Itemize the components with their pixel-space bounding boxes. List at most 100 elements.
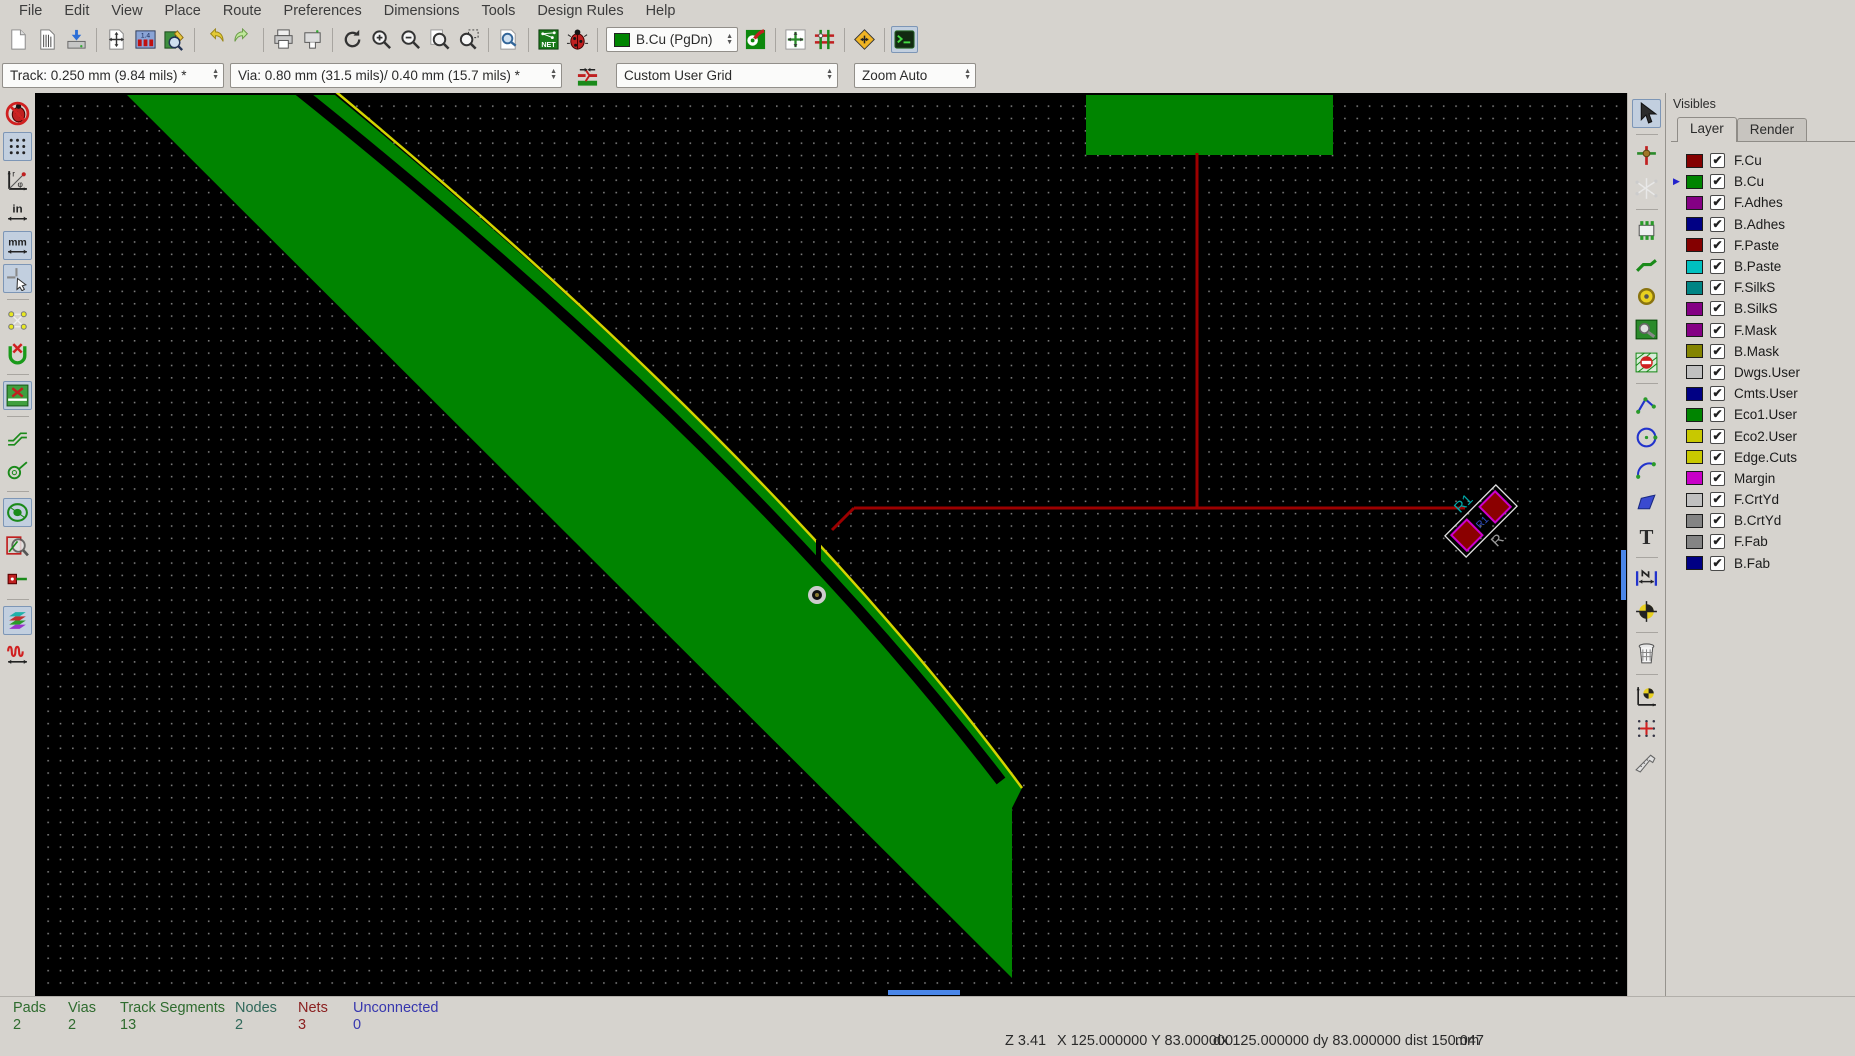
menu-view[interactable]: View: [100, 2, 153, 20]
layer-row-margin[interactable]: ✔Margin: [1673, 468, 1855, 489]
zone-outline-icon[interactable]: [3, 531, 32, 560]
open-board-icon[interactable]: [34, 26, 61, 53]
layer-visibility-checkbox[interactable]: ✔: [1710, 217, 1725, 232]
refresh-icon[interactable]: [339, 26, 366, 53]
menu-place[interactable]: Place: [154, 2, 212, 20]
copper-rect[interactable]: [1086, 95, 1333, 155]
layer-color-swatch[interactable]: [1686, 387, 1703, 401]
add-line-icon[interactable]: [1632, 390, 1661, 419]
save-board-icon[interactable]: [63, 26, 90, 53]
layer-color-swatch[interactable]: [1686, 260, 1703, 274]
menu-route[interactable]: Route: [212, 2, 273, 20]
layer-visibility-checkbox[interactable]: ✔: [1710, 513, 1725, 528]
layer-visibility-checkbox[interactable]: ✔: [1710, 365, 1725, 380]
undo-icon[interactable]: [201, 26, 228, 53]
add-zone-icon[interactable]: [1632, 315, 1661, 344]
layer-visibility-checkbox[interactable]: ✔: [1710, 344, 1725, 359]
layer-visibility-checkbox[interactable]: ✔: [1710, 407, 1725, 422]
layer-visibility-checkbox[interactable]: ✔: [1710, 323, 1725, 338]
zoom-selection-icon[interactable]: [455, 26, 482, 53]
h-scrollbar-thumb[interactable]: [888, 990, 960, 995]
layer-row-eco1-user[interactable]: ✔Eco1.User: [1673, 404, 1855, 425]
scripting-console-icon[interactable]: [891, 26, 918, 53]
menu-help[interactable]: Help: [635, 2, 687, 20]
show-ratsnest-icon[interactable]: [1632, 174, 1661, 203]
units-inch-icon[interactable]: in: [3, 198, 32, 227]
autoroute-icon[interactable]: [851, 26, 878, 53]
layer-visibility-checkbox[interactable]: ✔: [1710, 429, 1725, 444]
layer-color-swatch[interactable]: [1686, 344, 1703, 358]
add-target-icon[interactable]: [1632, 597, 1661, 626]
layer-row-f-silks[interactable]: ✔F.SilkS: [1673, 277, 1855, 298]
layer-row-b-mask[interactable]: ✔B.Mask: [1673, 341, 1855, 362]
layer-row-f-paste[interactable]: ✔F.Paste: [1673, 235, 1855, 256]
layer-visibility-checkbox[interactable]: ✔: [1710, 195, 1725, 210]
layer-color-swatch[interactable]: [1686, 323, 1703, 337]
layer-color-swatch[interactable]: [1686, 535, 1703, 549]
layer-visibility-checkbox[interactable]: ✔: [1710, 174, 1725, 189]
route-track-icon[interactable]: [1632, 249, 1661, 278]
zone-fill-icon[interactable]: [3, 498, 32, 527]
select-tool-icon[interactable]: [1632, 99, 1661, 128]
layer-visibility-checkbox[interactable]: ✔: [1710, 534, 1725, 549]
layer-color-swatch[interactable]: [1686, 175, 1703, 189]
print-icon[interactable]: [270, 26, 297, 53]
layer-visibility-checkbox[interactable]: ✔: [1710, 492, 1725, 507]
interactive-router-icon[interactable]: [811, 26, 838, 53]
layer-visibility-checkbox[interactable]: ✔: [1710, 259, 1725, 274]
layer-row-b-paste[interactable]: ✔B.Paste: [1673, 256, 1855, 277]
plotter-icon[interactable]: [299, 26, 326, 53]
drag-track-icon[interactable]: [782, 26, 809, 53]
auto-track-width-icon[interactable]: [574, 62, 601, 89]
layer-selector[interactable]: B.Cu (PgDn) ▲▼: [606, 27, 738, 52]
layer-color-swatch[interactable]: [1686, 238, 1703, 252]
track-sketch-icon[interactable]: [3, 423, 32, 452]
layer-row-f-mask[interactable]: ✔F.Mask: [1673, 320, 1855, 341]
cursor-shape-icon[interactable]: [3, 264, 32, 293]
layer-visibility-checkbox[interactable]: ✔: [1710, 280, 1725, 295]
menu-tools[interactable]: Tools: [470, 2, 526, 20]
via-track-options-icon[interactable]: [742, 26, 769, 53]
delete-tool-icon[interactable]: [1632, 639, 1661, 668]
drill-origin-icon[interactable]: [1632, 681, 1661, 710]
layer-row-dwgs-user[interactable]: ✔Dwgs.User: [1673, 362, 1855, 383]
layer-color-swatch[interactable]: [1686, 450, 1703, 464]
zoom-out-icon[interactable]: [397, 26, 424, 53]
layer-row-edge-cuts[interactable]: ✔Edge.Cuts: [1673, 447, 1855, 468]
grid-origin-icon[interactable]: [1632, 714, 1661, 743]
netlist-icon[interactable]: NET: [535, 26, 562, 53]
ratsnest-module-icon[interactable]: [3, 339, 32, 368]
grid-select-combo[interactable]: Custom User Grid ▲▼: [616, 63, 838, 88]
layer-row-f-cu[interactable]: ✔F.Cu: [1673, 150, 1855, 171]
layer-row-f-crtyd[interactable]: ✔F.CrtYd: [1673, 489, 1855, 510]
measure-icon[interactable]: [1632, 747, 1661, 776]
track-width-combo[interactable]: Track: 0.250 mm (9.84 mils) * ▲▼: [2, 63, 224, 88]
layer-color-swatch[interactable]: [1686, 365, 1703, 379]
add-keepout-icon[interactable]: [1632, 348, 1661, 377]
pad-sketch-icon[interactable]: [3, 564, 32, 593]
menu-edit[interactable]: Edit: [53, 2, 100, 20]
find-icon[interactable]: [495, 26, 522, 53]
redo-icon[interactable]: [230, 26, 257, 53]
layer-row-cmts-user[interactable]: ✔Cmts.User: [1673, 383, 1855, 404]
tab-layer[interactable]: Layer: [1677, 117, 1737, 142]
layer-color-swatch[interactable]: [1686, 429, 1703, 443]
menu-preferences[interactable]: Preferences: [273, 2, 373, 20]
add-arc-icon[interactable]: [1632, 456, 1661, 485]
layer-visibility-checkbox[interactable]: ✔: [1710, 238, 1725, 253]
zoom-select-combo[interactable]: Zoom Auto ▲▼: [854, 63, 976, 88]
layer-visibility-checkbox[interactable]: ✔: [1710, 153, 1725, 168]
layer-color-swatch[interactable]: [1686, 217, 1703, 231]
layer-row-b-cu[interactable]: ▶✔B.Cu: [1673, 171, 1855, 192]
add-circle-icon[interactable]: [1632, 423, 1661, 452]
board-setup-icon[interactable]: 1.4: [132, 26, 159, 53]
layer-color-swatch[interactable]: [1686, 196, 1703, 210]
layer-color-swatch[interactable]: [1686, 514, 1703, 528]
grid-visibility-icon[interactable]: [3, 132, 32, 161]
drc-icon[interactable]: [564, 26, 591, 53]
layer-row-f-fab[interactable]: ✔F.Fab: [1673, 531, 1855, 552]
layer-row-b-silks[interactable]: ✔B.SilkS: [1673, 298, 1855, 319]
highlight-net-icon[interactable]: [1632, 141, 1661, 170]
via-size-combo[interactable]: Via: 0.80 mm (31.5 mils)/ 0.40 mm (15.7 …: [230, 63, 562, 88]
v-scrollbar-thumb[interactable]: [1621, 550, 1626, 600]
